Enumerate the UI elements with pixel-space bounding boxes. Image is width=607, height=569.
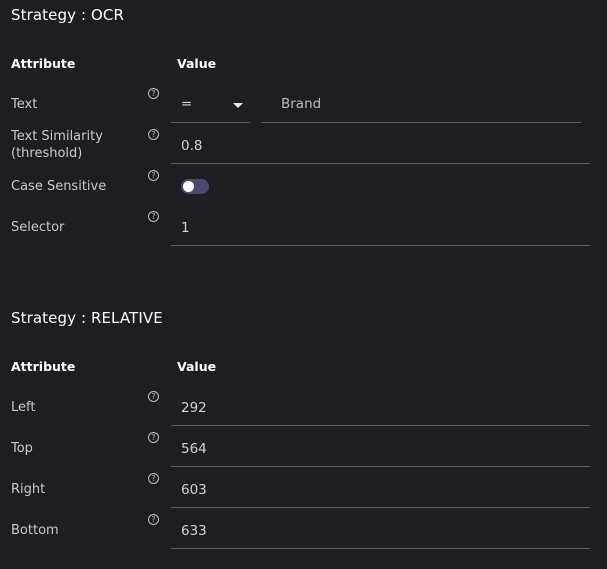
- similarity-label-line1: Text Similarity: [11, 129, 103, 144]
- left-label: Left: [11, 400, 36, 415]
- bottom-value: 633: [181, 523, 207, 539]
- top-help-icon[interactable]: ?: [148, 432, 159, 443]
- right-label: Right: [11, 482, 46, 497]
- selector-value: 1: [181, 220, 190, 236]
- bottom-help-icon[interactable]: ?: [148, 514, 159, 525]
- strategy-panel: Strategy : OCR Attribute Value Text ? = …: [0, 0, 607, 569]
- right-input[interactable]: 603: [171, 472, 590, 508]
- bottom-label: Bottom: [11, 523, 59, 538]
- top-input[interactable]: 564: [171, 431, 590, 467]
- selector-label: Selector: [11, 220, 65, 235]
- left-help-icon[interactable]: ?: [148, 391, 159, 402]
- text-value: Brand: [281, 96, 322, 112]
- text-value-input[interactable]: Brand: [261, 86, 581, 123]
- bottom-input[interactable]: 633: [171, 513, 590, 549]
- top-label: Top: [11, 441, 33, 456]
- relative-attribute-header: Attribute: [11, 359, 76, 374]
- text-operator-value: =: [181, 96, 193, 112]
- left-input[interactable]: 292: [171, 390, 590, 426]
- selector-help-icon[interactable]: ?: [148, 211, 159, 222]
- similarity-value: 0.8: [181, 138, 203, 154]
- left-value: 292: [181, 400, 207, 416]
- ocr-value-header: Value: [177, 56, 217, 71]
- right-value: 603: [181, 482, 207, 498]
- relative-value-header: Value: [177, 359, 217, 374]
- relative-section-title: Strategy : RELATIVE: [11, 309, 163, 327]
- toggle-knob: [183, 181, 194, 192]
- ocr-attribute-header: Attribute: [11, 56, 76, 71]
- text-help-icon[interactable]: ?: [148, 88, 159, 99]
- selector-input[interactable]: 1: [171, 210, 590, 246]
- text-label: Text: [11, 97, 38, 112]
- top-value: 564: [181, 441, 207, 457]
- similarity-help-icon[interactable]: ?: [148, 129, 159, 140]
- similarity-input[interactable]: 0.8: [171, 128, 590, 164]
- case-sensitive-help-icon[interactable]: ?: [148, 170, 159, 181]
- similarity-label: Text Similarity (threshold): [11, 128, 103, 162]
- case-sensitive-label: Case Sensitive: [11, 179, 107, 194]
- text-operator-select[interactable]: =: [171, 86, 250, 123]
- similarity-label-line2: (threshold): [11, 146, 83, 161]
- chevron-down-icon: [233, 103, 243, 108]
- right-help-icon[interactable]: ?: [148, 473, 159, 484]
- ocr-section-title: Strategy : OCR: [11, 6, 124, 24]
- case-sensitive-toggle[interactable]: [181, 179, 209, 194]
